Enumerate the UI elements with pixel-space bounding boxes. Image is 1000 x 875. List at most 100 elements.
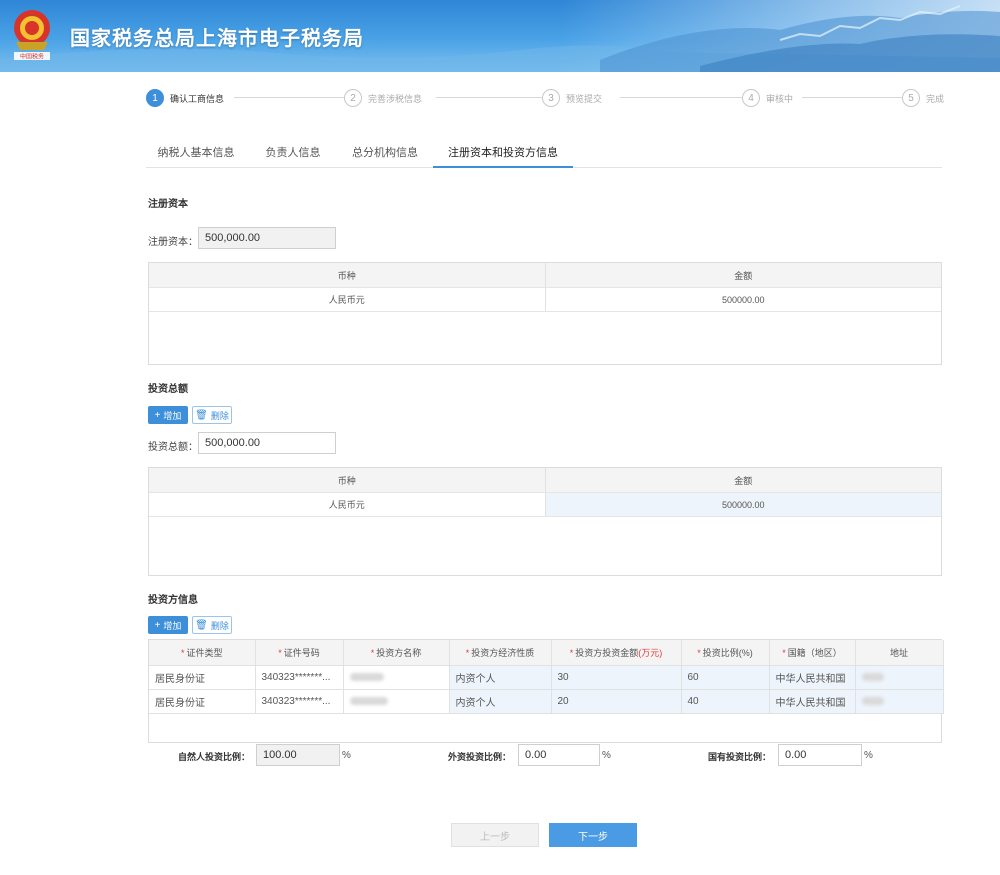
delete-currency-button[interactable]: 🗑 删除 xyxy=(192,406,232,424)
currency-cell: 人民币元 xyxy=(328,500,365,510)
plus-icon: + xyxy=(154,409,161,421)
country-cell[interactable]: 中华人民共和国 xyxy=(769,665,856,690)
trash-icon: 🗑 xyxy=(195,619,208,631)
step-1: 1 确认工商信息 xyxy=(146,88,224,108)
economic-nature-cell[interactable]: 内资个人 xyxy=(449,689,552,714)
ratio-cell[interactable]: 40 xyxy=(681,689,770,714)
natural-person-ratio-pct: % xyxy=(342,750,351,761)
registered-capital-label: 注册资本： xyxy=(148,237,198,248)
step-2: 2 完善涉税信息 xyxy=(344,88,422,108)
id-number-cell[interactable]: 340323*******... xyxy=(255,665,344,690)
step-number: 4 xyxy=(742,89,760,107)
table-header-row: * 证件类型 * 证件号码 * 投资方名称 * 投资方经济性质 * 投资方投资金额(万元)… xyxy=(149,640,944,666)
tab-capital-investors[interactable]: 注册资本和投资方信息 xyxy=(433,138,573,168)
column-header-amount: 金额 xyxy=(544,263,942,287)
id-type-cell[interactable]: 居民身份证 xyxy=(149,665,256,690)
id-type-cell[interactable]: 居民身份证 xyxy=(149,689,256,714)
site-header: 中国税务 国家税务总局上海市电子税务局 xyxy=(0,0,1000,72)
step-label: 审核中 xyxy=(766,93,794,104)
add-button-label: 增加 xyxy=(163,410,182,421)
investment-amount-cell[interactable]: 20 xyxy=(551,689,682,714)
investment-total-label: 投资总额： xyxy=(148,442,198,453)
step-connector xyxy=(620,97,742,98)
investment-total-field[interactable]: 500,000.00 xyxy=(198,432,336,454)
add-button-label: 增加 xyxy=(163,620,182,631)
column-header-address: 地址 xyxy=(855,640,944,666)
investor-name-cell[interactable] xyxy=(343,689,450,714)
state-owned-ratio-pct: % xyxy=(864,750,873,761)
trash-icon: 🗑 xyxy=(195,409,208,421)
table-row[interactable]: 居民身份证 340323*******... 内资个人 30 60 中华人民共和… xyxy=(149,665,944,690)
delete-investor-button[interactable]: 🗑 删除 xyxy=(192,616,232,634)
column-header-investor-name: * 投资方名称 xyxy=(343,640,450,666)
step-label: 完善涉税信息 xyxy=(368,93,423,104)
table-header-row: 币种 金额 xyxy=(149,468,941,493)
delete-button-label: 删除 xyxy=(210,620,229,631)
redacted-text xyxy=(861,672,884,681)
investment-total-table: 币种 金额 人民币元 500000.00 xyxy=(148,467,942,576)
address-cell[interactable] xyxy=(855,689,944,714)
table-header-row: 币种 金额 xyxy=(149,263,941,288)
column-header-ratio: * 投资比例(%) xyxy=(681,640,770,666)
section-title-registered-capital: 注册资本 xyxy=(148,199,188,210)
step-4: 4 审核中 xyxy=(742,88,793,108)
tab-responsible-person[interactable]: 负责人信息 xyxy=(248,138,338,168)
investment-amount-cell[interactable]: 30 xyxy=(551,665,682,690)
investor-name-cell[interactable] xyxy=(343,665,450,690)
natural-person-ratio-field[interactable]: 100.00 xyxy=(256,744,340,766)
step-connector xyxy=(436,97,542,98)
tab-bar: 纳税人基本信息 负责人信息 总分机构信息 注册资本和投资方信息 xyxy=(146,138,942,168)
tab-branch-info[interactable]: 总分机构信息 xyxy=(338,138,432,168)
foreign-ratio-label: 外资投资比例： xyxy=(448,752,512,762)
next-step-button[interactable]: 下一步 xyxy=(549,823,637,847)
amount-cell[interactable]: 500000.00 xyxy=(544,493,941,516)
step-number: 3 xyxy=(542,89,560,107)
plus-icon: + xyxy=(154,619,161,631)
step-number: 1 xyxy=(146,89,164,107)
address-cell[interactable] xyxy=(855,665,944,690)
redacted-text xyxy=(861,696,884,705)
step-5: 5 完成 xyxy=(902,88,944,108)
step-label: 确认工商信息 xyxy=(170,93,225,104)
foreign-ratio-field[interactable]: 0.00 xyxy=(518,744,600,766)
column-header-country: * 国籍（地区） xyxy=(769,640,856,666)
state-owned-ratio-field[interactable]: 0.00 xyxy=(778,744,862,766)
step-label: 预览提交 xyxy=(566,93,603,104)
column-header-economic-nature: * 投资方经济性质 xyxy=(449,640,552,666)
add-currency-button[interactable]: + 增加 xyxy=(148,406,188,424)
step-connector xyxy=(234,97,344,98)
country-cell[interactable]: 中华人民共和国 xyxy=(769,689,856,714)
foreign-ratio-pct: % xyxy=(602,750,611,761)
tax-emblem-icon: 中国税务 xyxy=(14,10,50,61)
step-label: 完成 xyxy=(926,93,945,104)
id-number-cell[interactable]: 340323*******... xyxy=(255,689,344,714)
column-header-investment-amount: * 投资方投资金额(万元) xyxy=(551,640,682,666)
column-header-id-type: * 证件类型 xyxy=(149,640,256,666)
economic-nature-cell[interactable]: 内资个人 xyxy=(449,665,552,690)
ratio-cell[interactable]: 60 xyxy=(681,665,770,690)
column-header-currency: 币种 xyxy=(337,270,356,281)
registered-capital-table: 币种 金额 人民币元 500000.00 xyxy=(148,262,942,365)
redacted-text xyxy=(349,696,388,705)
tab-taxpayer-basic-info[interactable]: 纳税人基本信息 xyxy=(146,138,246,168)
add-investor-button[interactable]: + 增加 xyxy=(148,616,188,634)
emblem-text: 中国税务 xyxy=(20,53,44,61)
registered-capital-field[interactable]: 500,000.00 xyxy=(198,227,336,249)
step-connector xyxy=(802,97,902,98)
section-title-investment-total: 投资总额 xyxy=(148,384,188,395)
table-row[interactable]: 人民币元 500000.00 xyxy=(149,493,941,517)
previous-step-button[interactable]: 上一步 xyxy=(451,823,539,847)
step-number: 5 xyxy=(902,89,920,107)
amount-cell: 500000.00 xyxy=(544,288,942,311)
section-title-investors: 投资方信息 xyxy=(148,595,198,606)
table-row[interactable]: 人民币元 500000.00 xyxy=(149,288,941,312)
progress-stepper: 1 确认工商信息 2 完善涉税信息 3 预览提交 4 审核中 5 完成 xyxy=(146,88,946,108)
natural-person-ratio-label: 自然人投资比例： xyxy=(178,752,251,762)
site-title: 国家税务总局上海市电子税务局 xyxy=(70,28,364,50)
investor-table: * 证件类型 * 证件号码 * 投资方名称 * 投资方经济性质 * 投资方投资金额(万元)… xyxy=(148,639,944,743)
step-3: 3 预览提交 xyxy=(542,88,602,108)
column-header-id-number: * 证件号码 xyxy=(255,640,344,666)
delete-button-label: 删除 xyxy=(210,410,229,421)
table-row[interactable]: 居民身份证 340323*******... 内资个人 20 40 中华人民共和… xyxy=(149,689,944,714)
step-number: 2 xyxy=(344,89,362,107)
